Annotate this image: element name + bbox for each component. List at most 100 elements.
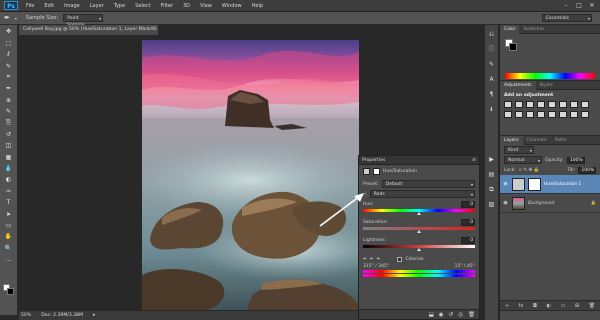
tab-color[interactable]: Color — [500, 24, 520, 34]
lightness-slider[interactable] — [363, 245, 475, 251]
history-panel-icon[interactable]: ⎌ — [487, 30, 497, 40]
link-layers-icon[interactable]: ∞ — [505, 303, 509, 309]
selective-color-icon[interactable] — [581, 111, 589, 118]
color-range-bar-bottom[interactable] — [363, 274, 475, 277]
character-panel-icon[interactable]: A — [487, 75, 497, 85]
tab-channels[interactable]: Channels — [523, 136, 551, 145]
blur-tool-icon[interactable]: 💧 — [3, 164, 15, 173]
status-menu-icon[interactable]: ▸ — [93, 313, 95, 318]
menu-3d[interactable]: 3D — [178, 0, 195, 12]
channel-mixer-icon[interactable] — [515, 111, 523, 118]
brightness-contrast-icon[interactable] — [504, 101, 512, 108]
black-white-icon[interactable] — [581, 101, 589, 108]
properties-title-bar[interactable]: Properties ≡ — [359, 156, 479, 165]
menu-window[interactable]: Window — [217, 0, 247, 12]
eyedropper-plus-icon[interactable]: ✒ — [370, 257, 374, 262]
menu-file[interactable]: File — [21, 0, 39, 12]
channel-select[interactable]: Reds — [369, 190, 475, 198]
hue-saturation-icon[interactable] — [559, 101, 567, 108]
color-bg-swatch[interactable] — [509, 43, 517, 51]
close-button[interactable]: ✕ — [588, 2, 596, 9]
clone-tool-icon[interactable]: ⎘ — [3, 119, 15, 128]
crop-tool-icon[interactable]: ⌗ — [3, 73, 15, 82]
libraries-icon[interactable]: ▤ — [487, 170, 497, 180]
type-tool-icon[interactable]: T — [3, 198, 15, 207]
document-image[interactable] — [142, 40, 359, 310]
menu-layer[interactable]: Layer — [85, 0, 109, 12]
zoom-level[interactable]: 50% — [21, 313, 31, 318]
lasso-tool-icon[interactable]: ℓ — [3, 50, 15, 59]
lock-icons[interactable]: ▫ ✎ ✥ 🔒 — [519, 168, 540, 173]
hue-slider[interactable] — [363, 209, 475, 215]
quick-select-tool-icon[interactable]: ✎ — [3, 62, 15, 71]
eraser-tool-icon[interactable]: ◫ — [3, 141, 15, 150]
new-layer-icon[interactable]: ⊞ — [575, 303, 579, 309]
layer-filter-select[interactable]: Kind — [504, 146, 534, 154]
layer-name[interactable]: Hue/Saturation 1 — [544, 182, 581, 187]
eyedropper-minus-icon[interactable]: ✒ — [377, 257, 381, 262]
tab-swatches[interactable]: Swatches — [519, 25, 548, 34]
tab-paths[interactable]: Paths — [551, 136, 571, 145]
delete-icon[interactable]: 🗑 — [468, 312, 475, 318]
opacity-value[interactable]: 100% — [566, 156, 585, 164]
eye-icon[interactable]: ◉ — [502, 181, 509, 187]
play-icon[interactable]: ▶ — [487, 155, 497, 165]
marquee-tool-icon[interactable]: ⬚ — [3, 39, 15, 48]
document-tab[interactable]: Collywell Bay.jpg @ 50% (Hue/Saturation … — [19, 25, 159, 42]
brush-tool-icon[interactable]: ✎ — [3, 107, 15, 116]
photo-filter-icon[interactable] — [504, 111, 512, 118]
workspace-select[interactable]: Essentials — [542, 14, 592, 22]
eye-icon[interactable]: ◉ — [502, 200, 509, 206]
hue-slider-thumb[interactable] — [417, 212, 421, 215]
levels-icon[interactable] — [515, 101, 523, 108]
tab-layers[interactable]: Layers — [500, 135, 523, 145]
saturation-value[interactable]: 0 — [461, 219, 475, 226]
color-lookup-icon[interactable] — [526, 111, 534, 118]
threshold-icon[interactable] — [559, 111, 567, 118]
exposure-icon[interactable] — [537, 101, 545, 108]
saturation-slider[interactable] — [363, 227, 475, 233]
sample-size-select[interactable]: Point Sample — [63, 14, 104, 28]
healing-tool-icon[interactable]: ⊕ — [3, 96, 15, 105]
curves-icon[interactable] — [526, 101, 534, 108]
hand-tool-icon[interactable]: ✋ — [3, 232, 15, 241]
move-tool-icon[interactable]: ✥ — [3, 27, 15, 36]
clip-to-layer-icon[interactable]: ⬓ — [429, 312, 434, 318]
maximize-button[interactable]: □ — [575, 2, 583, 9]
minimize-button[interactable]: – — [562, 2, 570, 9]
blend-mode-select[interactable]: Normal — [504, 156, 542, 164]
shape-tool-icon[interactable]: ▭ — [3, 221, 15, 230]
saturation-slider-thumb[interactable] — [417, 230, 421, 233]
add-mask-icon[interactable]: ◘ — [533, 303, 537, 309]
view-previous-icon[interactable]: ◉ — [439, 312, 444, 318]
invert-icon[interactable] — [537, 111, 545, 118]
posterize-icon[interactable] — [548, 111, 556, 118]
tab-adjustments[interactable]: Adjustments — [500, 80, 536, 90]
paragraph-panel-icon[interactable]: ¶ — [487, 90, 497, 100]
mask-icon[interactable] — [373, 167, 380, 175]
eyedropper-icon[interactable]: ✒ — [363, 257, 367, 262]
colorize-checkbox[interactable] — [397, 256, 403, 262]
preset-select[interactable]: Default — [381, 180, 475, 188]
hue-value[interactable]: 0 — [461, 201, 475, 208]
eyedropper-icon[interactable]: ✒ — [4, 14, 10, 22]
menu-select[interactable]: Select — [130, 0, 155, 12]
menu-view[interactable]: View — [195, 0, 217, 12]
panel-menu-icon[interactable]: ≡ — [472, 158, 476, 163]
menu-filter[interactable]: Filter — [156, 0, 178, 12]
color-range-bar-top[interactable] — [363, 270, 475, 273]
gradient-tool-icon[interactable]: ▦ — [3, 153, 15, 162]
menu-help[interactable]: Help — [247, 0, 268, 12]
vibrance-icon[interactable] — [548, 101, 556, 108]
menu-type[interactable]: Type — [109, 0, 130, 12]
color-balance-icon[interactable] — [570, 101, 578, 108]
brush-panel-icon[interactable]: ✎ — [487, 60, 497, 70]
lightness-slider-thumb[interactable] — [417, 248, 421, 251]
reset-icon[interactable]: ↺ — [449, 312, 454, 318]
layer-row-background[interactable]: ◉ Background 🔒 — [500, 194, 600, 213]
dodge-tool-icon[interactable]: ◐ — [3, 175, 15, 184]
menu-edit[interactable]: Edit — [39, 0, 59, 12]
visibility-icon[interactable]: ◎ — [458, 312, 463, 318]
zoom-tool-icon[interactable]: 🔍 — [3, 244, 15, 253]
tool-preset-dropdown[interactable]: ▾ — [15, 16, 17, 21]
